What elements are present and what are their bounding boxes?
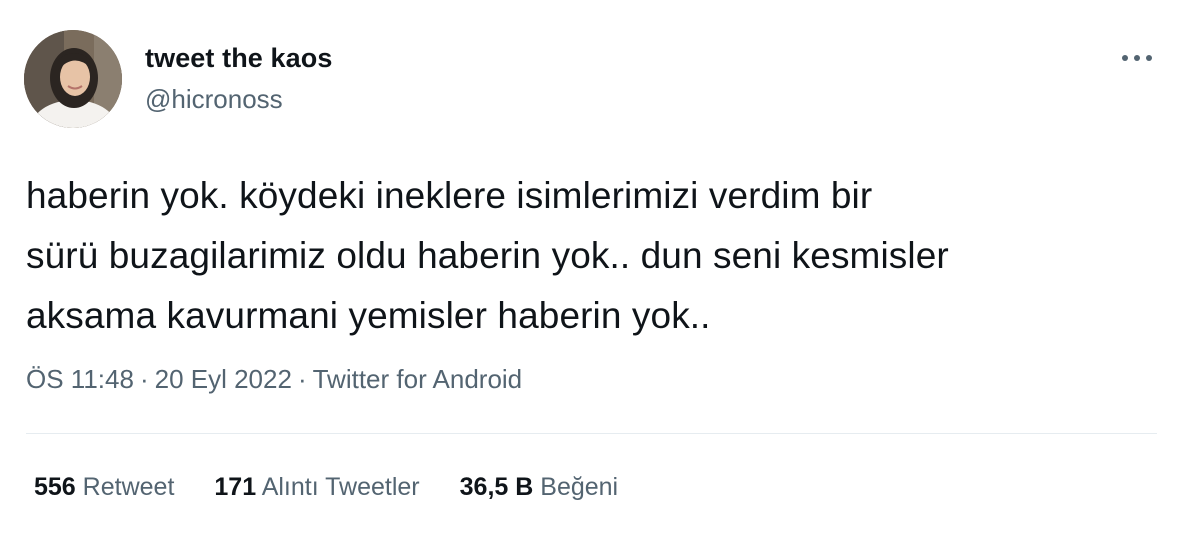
user-handle[interactable]: @hicronoss (145, 84, 283, 115)
quote-count-label: Alıntı Tweetler (261, 473, 420, 501)
meta-separator: · (139, 364, 149, 394)
avatar[interactable] (24, 30, 122, 128)
display-name[interactable]: tweet the kaos (145, 43, 332, 74)
retweet-count-label: Retweet (82, 473, 175, 501)
tweet-text: haberin yok. köydeki ineklere isimlerimi… (26, 175, 949, 336)
retweet-count-value: 556 (34, 473, 76, 501)
quote-tweet-count[interactable]: 171 Alıntı Tweetler (214, 473, 419, 502)
like-count[interactable]: 36,5 B Beğeni (460, 473, 618, 502)
quote-count-value: 171 (214, 473, 257, 501)
tweet-source[interactable]: Twitter for Android (313, 364, 523, 394)
tweet-time[interactable]: ÖS 11:48 (26, 364, 134, 394)
tweet-card: tweet the kaos @hicronoss haberin yok. k… (0, 0, 1190, 536)
retweet-count[interactable]: 556 Retweet (34, 473, 174, 502)
tweet-date[interactable]: 20 Eyl 2022 (155, 364, 292, 394)
more-options-icon[interactable] (1119, 48, 1155, 68)
like-count-label: Beğeni (540, 473, 619, 501)
tweet-stats: 556 Retweet 171 Alıntı Tweetler 36,5 B B… (34, 473, 658, 502)
profile-photo (24, 30, 122, 128)
meta-separator: · (297, 364, 307, 394)
divider (26, 433, 1157, 434)
tweet-meta: ÖS 11:48 · 20 Eyl 2022 · Twitter for Android (26, 364, 522, 395)
like-count-value: 36,5 B (459, 473, 534, 501)
